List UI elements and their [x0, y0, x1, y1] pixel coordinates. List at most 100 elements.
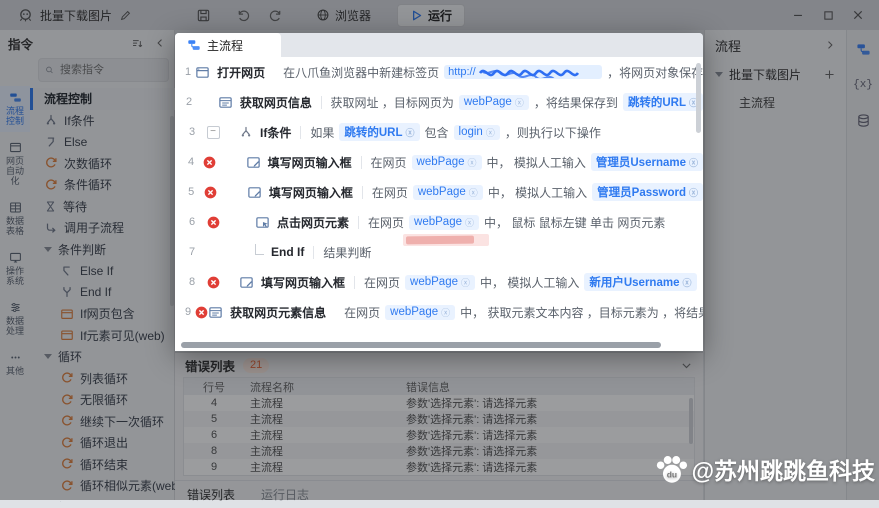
canvas-vscrollbar[interactable]: [696, 63, 701, 133]
flow-step[interactable]: 1打开网页在八爪鱼浏览器中新建标签页http://，将网页对象保存到webPag…: [175, 57, 703, 87]
error-row[interactable]: 9 主流程 参数'选择元素': 请选择元素: [184, 459, 694, 475]
flow-step[interactable]: 8 填写网页输入框 在网页 webPage ⓧ 中， 模拟人工输入 新用户Username ⓧ: [175, 267, 703, 297]
flow-step[interactable]: 2 获取网页信息 获取网址 ，目标网页为 webPage ⓧ ，将结果保存到 跳转的URL ⓧ: [175, 87, 703, 117]
command-folder[interactable]: 条件判断: [30, 239, 175, 261]
redo-button[interactable]: [264, 4, 286, 26]
command-item[interactable]: 无限循环: [30, 389, 175, 411]
tab-error-list[interactable]: 错误列表: [187, 486, 235, 503]
command-item[interactable]: Else If: [30, 260, 175, 282]
search-input[interactable]: [58, 63, 162, 77]
variable-pill[interactable]: 管理员Password ⓧ: [592, 183, 703, 201]
error-table-scrollbar[interactable]: [689, 398, 693, 444]
variable-pill[interactable]: webPage ⓧ: [412, 184, 483, 200]
variable-pill[interactable]: webPage ⓧ: [409, 214, 480, 230]
remove-variable-icon[interactable]: ⓧ: [461, 276, 470, 289]
command-item[interactable]: 循环结束: [30, 454, 175, 476]
browser-button[interactable]: 浏览器: [316, 7, 371, 24]
tree-root-project[interactable]: 批量下载图片: [705, 60, 846, 89]
run-button[interactable]: 运行: [397, 3, 466, 27]
redacted-url-field[interactable]: http://: [444, 65, 603, 79]
inputbox-icon: [246, 155, 261, 170]
collapse-panel-icon[interactable]: [154, 37, 166, 49]
command-item[interactable]: 循环退出: [30, 432, 175, 454]
variables-icon[interactable]: {x}: [853, 79, 873, 91]
remove-variable-icon[interactable]: ⓧ: [465, 216, 474, 229]
remove-variable-icon[interactable]: ⓧ: [441, 306, 450, 319]
collapse-error-panel-icon[interactable]: [680, 359, 693, 372]
remove-variable-icon[interactable]: ⓧ: [486, 126, 495, 139]
command-item[interactable]: 列表循环: [30, 368, 175, 390]
collapse-step-icon[interactable]: −: [206, 125, 220, 139]
tab-run-log[interactable]: 运行日志: [261, 486, 309, 503]
command-item[interactable]: If网页包含: [30, 303, 175, 325]
flow-step[interactable]: 9 获取网页元素信息 在网页 webPage ⓧ 中， 获取元素文本内容 ，目标元素为 ，…: [175, 297, 703, 327]
error-row[interactable]: 5 主流程 参数'选择元素': 请选择元素: [184, 411, 694, 427]
minimize-button[interactable]: [787, 4, 809, 26]
variable-pill[interactable]: 跳转的URL ⓧ: [339, 123, 420, 141]
error-count-badge: 21: [243, 357, 270, 373]
error-panel-title: 错误列表: [185, 359, 236, 374]
variable-pill[interactable]: webPage ⓧ: [411, 154, 482, 170]
remove-variable-icon[interactable]: ⓧ: [682, 276, 691, 289]
remove-variable-icon[interactable]: ⓧ: [468, 156, 477, 169]
tree-item-main-flow[interactable]: 主流程: [705, 89, 846, 116]
nav-category-data[interactable]: 数据处理: [0, 296, 30, 342]
step-number: 2: [185, 96, 193, 108]
webx-icon: [60, 328, 74, 342]
nav-category-table[interactable]: 数据表格: [0, 196, 30, 242]
step-text: 在网页: [370, 155, 407, 170]
variable-pill[interactable]: 跳转的URL ⓧ: [622, 93, 703, 111]
save-button[interactable]: [192, 4, 214, 26]
close-button[interactable]: [847, 4, 869, 26]
command-item[interactable]: If条件: [30, 110, 175, 132]
command-item[interactable]: 继续下一次循环: [30, 411, 175, 433]
flow-step[interactable]: 6 点击网页元素 在网页 webPage ⓧ 中， 鼠标 鼠标左键 单击 网页元素: [175, 207, 703, 237]
search-commands[interactable]: [38, 58, 169, 82]
undo-button[interactable]: [232, 4, 254, 26]
command-item[interactable]: 循环相似元素(web): [30, 475, 175, 497]
command-item[interactable]: 调用子流程: [30, 217, 175, 239]
command-item[interactable]: If元素可见(web): [30, 325, 175, 347]
command-item[interactable]: 次数循环: [30, 153, 175, 175]
command-list-scrollbar[interactable]: [170, 116, 174, 306]
flow-view-icon[interactable]: [856, 42, 871, 57]
collapse-tree-icon[interactable]: [824, 39, 836, 51]
add-flow-icon[interactable]: [823, 68, 836, 81]
data-layers-icon[interactable]: [856, 113, 871, 128]
flow-step[interactable]: 5 填写网页输入框 在网页 webPage ⓧ 中， 模拟人工输入 管理员Password ⓧ: [175, 177, 703, 207]
error-row[interactable]: 6 主流程 参数'选择元素': 请选择元素: [184, 427, 694, 443]
remove-variable-icon[interactable]: ⓧ: [689, 156, 698, 169]
call-icon: [44, 221, 58, 235]
canvas-hscrollbar[interactable]: [181, 342, 661, 348]
variable-pill[interactable]: webPage ⓧ: [458, 94, 529, 110]
command-item[interactable]: Else: [30, 131, 175, 153]
edit-title-icon[interactable]: [119, 9, 132, 22]
nav-category-web[interactable]: 网页自动化: [0, 136, 30, 192]
remove-variable-icon[interactable]: ⓧ: [406, 126, 415, 139]
variable-pill[interactable]: webPage ⓧ: [385, 304, 456, 320]
command-item[interactable]: End If: [30, 282, 175, 304]
error-row[interactable]: 4 主流程 参数'选择元素': 请选择元素: [184, 395, 694, 411]
command-folder[interactable]: 循环: [30, 346, 175, 368]
variable-pill[interactable]: login ⓧ: [453, 124, 500, 140]
remove-variable-icon[interactable]: ⓧ: [689, 186, 698, 199]
flow-step[interactable]: 3− If条件 如果 跳转的URL ⓧ 包含 login ⓧ ，则执行以下操作: [175, 117, 703, 147]
command-item[interactable]: 等待: [30, 196, 175, 218]
variable-pill[interactable]: 新用户Username ⓧ: [584, 273, 697, 291]
flow-step[interactable]: 4 填写网页输入框 在网页 webPage ⓧ 中， 模拟人工输入 管理员Username ⓧ: [175, 147, 703, 177]
remove-variable-icon[interactable]: ⓧ: [469, 186, 478, 199]
command-item[interactable]: 条件循环: [30, 174, 175, 196]
variable-pill[interactable]: webPage ⓧ: [405, 274, 476, 290]
error-row[interactable]: 8 主流程 参数'选择元素': 请选择元素: [184, 443, 694, 459]
nav-category-os[interactable]: 操作系统: [0, 246, 30, 292]
nav-category-flow[interactable]: 流程控制: [0, 86, 30, 132]
command-folder[interactable]: 循环: [30, 497, 175, 502]
tab-label: 主流程: [207, 38, 244, 53]
maximize-button[interactable]: [817, 4, 839, 26]
nav-category-other[interactable]: 其他: [0, 346, 30, 382]
variable-pill[interactable]: 管理员Username ⓧ: [590, 153, 703, 171]
remove-variable-icon[interactable]: ⓧ: [515, 96, 524, 109]
tab-main-flow[interactable]: 主流程: [175, 33, 281, 57]
sort-commands-icon[interactable]: [131, 37, 144, 50]
command-group[interactable]: 流程控制: [30, 88, 175, 110]
